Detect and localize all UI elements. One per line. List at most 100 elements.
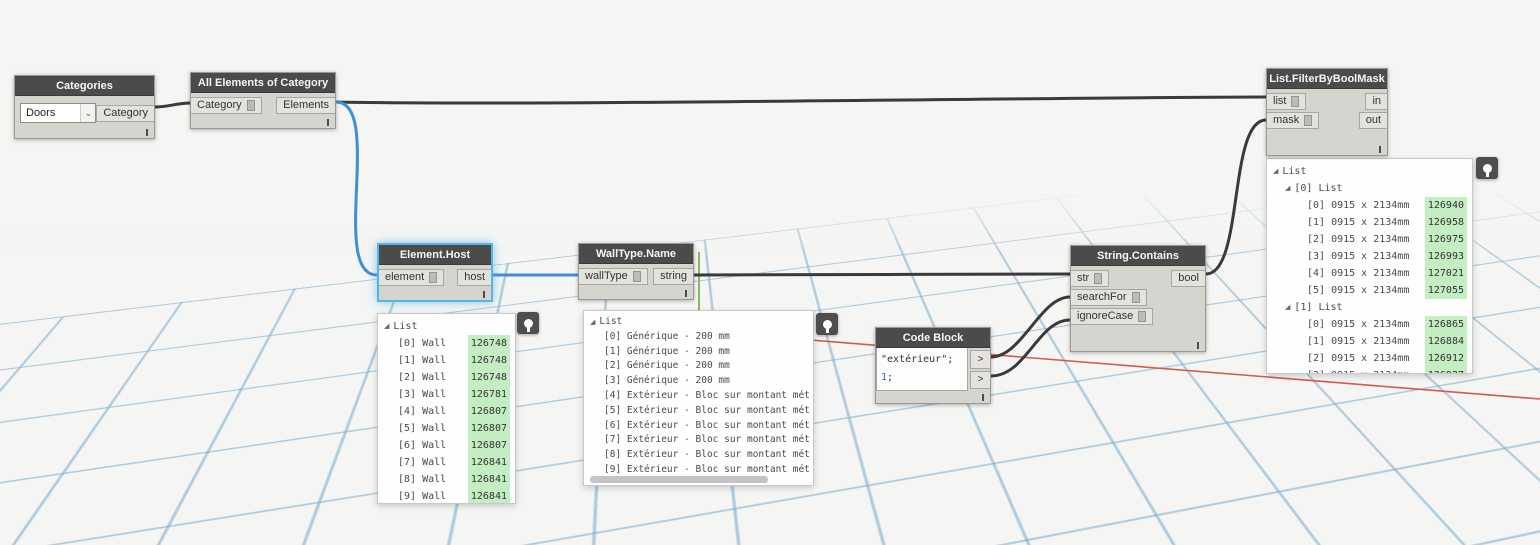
pin-icon (523, 318, 533, 332)
port-input-walltype[interactable]: wallType (579, 268, 648, 285)
item-label: [3] 0915 x 2134mm (1307, 367, 1409, 373)
group-label: [0] List (1294, 183, 1343, 194)
wire-elements-to-elementhost[interactable] (334, 100, 379, 277)
element-id-badge: 126807 (467, 437, 510, 454)
port-input-mask[interactable]: mask (1267, 112, 1320, 129)
port-default-marker (246, 100, 255, 111)
list-item: [7] Extérieur - Bloc sur montant mét (584, 433, 813, 448)
node-string-contains[interactable]: String.Contains str bool searchFor ignor… (1070, 245, 1206, 352)
pin-preview-button[interactable] (816, 313, 838, 335)
code-semicolon: ; (887, 372, 894, 383)
lacing-indicator (1379, 145, 1381, 153)
node-walltype-name[interactable]: WallType.Name wallType string (578, 243, 694, 300)
port-input-searchfor[interactable]: searchFor (1071, 289, 1147, 306)
node-header[interactable]: Code Block (876, 328, 990, 348)
port-default-marker (1291, 96, 1300, 107)
port-label: in (1372, 95, 1381, 108)
node-all-elements-of-category[interactable]: All Elements of Category Category Elemen… (190, 72, 336, 129)
node-categories[interactable]: Categories Doors ⌄ Category (14, 75, 155, 139)
list-item: [1] Générique - 200 mm (584, 345, 813, 360)
pin-preview-button[interactable] (1476, 157, 1498, 179)
port-input-list[interactable]: list (1267, 93, 1307, 110)
list-item: [9] Wall 126841 (378, 488, 515, 503)
preview-bubble-element-host[interactable]: ◢ List [0] Wall 126748 [1] Wall 126748 [2] … (377, 313, 516, 504)
preview-root-row[interactable]: ◢ List (378, 318, 515, 335)
item-label: [5] 0915 x 2134mm (1307, 285, 1410, 296)
expander-icon[interactable]: ◢ (590, 315, 595, 330)
expander-icon[interactable]: ◢ (1273, 163, 1278, 180)
list-item: [7] Wall 126841 (378, 454, 515, 471)
preview-group-row[interactable]: ◢ [0] List (1267, 180, 1472, 197)
port-output-elements[interactable]: Elements (276, 97, 335, 114)
port-input-str[interactable]: str (1071, 270, 1110, 287)
pin-preview-button[interactable] (517, 312, 539, 334)
chevron-down-icon[interactable]: ⌄ (80, 104, 96, 122)
wire-bool-to-mask[interactable] (1204, 118, 1268, 276)
port-output-host[interactable]: host (457, 269, 491, 286)
port-default-marker (429, 272, 438, 283)
node-header[interactable]: Element.Host (379, 245, 491, 265)
horizontal-scrollbar[interactable] (590, 476, 768, 483)
wire-elements-to-list[interactable] (334, 95, 1268, 105)
port-output-string[interactable]: string (653, 268, 693, 285)
port-output-codeblock-1[interactable]: > (970, 350, 990, 369)
code-line-1[interactable]: "extérieur"; (881, 351, 963, 369)
element-id-badge: 126807 (467, 420, 510, 437)
node-header[interactable]: String.Contains (1071, 246, 1205, 266)
expander-icon[interactable]: ◢ (1285, 299, 1290, 316)
port-default-marker (1131, 292, 1140, 303)
element-id-badge: 126841 (467, 454, 510, 471)
category-dropdown[interactable]: Doors ⌄ (20, 103, 97, 123)
item-label: [0] Wall (398, 338, 447, 349)
preview-bubble-filterbyboolmask[interactable]: ◢ List ◢ [0] List [0] 0915 x 2134mm 126940 … (1266, 158, 1473, 374)
port-output-out[interactable]: out (1358, 112, 1387, 129)
list-item: [8] Wall 126841 (378, 471, 515, 488)
port-output-in[interactable]: in (1365, 93, 1387, 110)
list-item: [0] Wall 126748 (378, 335, 515, 352)
wire-string-to-str[interactable] (692, 272, 1072, 277)
preview-root-row[interactable]: ◢ List (1267, 163, 1472, 180)
expander-icon[interactable]: ◢ (384, 318, 389, 335)
wire-categories-to-allelements[interactable] (153, 101, 193, 109)
port-label: list (1273, 95, 1287, 108)
preview-bubble-walltype-name[interactable]: ◢ List [0] Générique - 200 mm [1] Génériq… (583, 310, 814, 486)
list-item: [3] Générique - 200 mm (584, 374, 813, 389)
preview-root-label: List (1282, 166, 1307, 177)
node-header[interactable]: WallType.Name (579, 244, 693, 264)
node-element-host[interactable]: Element.Host element host (377, 243, 493, 302)
node-header[interactable]: Categories (15, 76, 154, 96)
element-id-badge: 127055 (1424, 282, 1467, 299)
item-label: [5] Wall (398, 423, 447, 434)
node-header[interactable]: List.FilterByBoolMask (1267, 69, 1387, 89)
port-default-marker (1138, 311, 1147, 322)
port-output-codeblock-2[interactable]: > (970, 370, 990, 389)
list-item: [4] Wall 126807 (378, 403, 515, 420)
list-item: [3] 0915 x 2134mm 126927 (1267, 367, 1472, 373)
port-label: out (1365, 114, 1381, 127)
list-item: [5] Extérieur - Bloc sur montant mét (584, 404, 813, 419)
list-item: [0] Générique - 200 mm (584, 330, 813, 345)
node-header[interactable]: All Elements of Category (191, 73, 335, 93)
node-code-block[interactable]: Code Block "extérieur"; 1; > > (875, 327, 991, 404)
code-editor[interactable]: "extérieur"; 1; (876, 348, 968, 391)
item-label: [1] 0915 x 2134mm (1307, 336, 1410, 347)
lacing-indicator (327, 118, 329, 126)
port-input-element[interactable]: element (379, 269, 445, 286)
node-list-filterbyboolmask[interactable]: List.FilterByBoolMask list in mask out (1266, 68, 1388, 156)
preview-group-row[interactable]: ◢ [1] List (1267, 299, 1472, 316)
item-label: [2] 0915 x 2134mm (1307, 234, 1410, 245)
code-line-2[interactable]: 1; (881, 369, 963, 387)
preview-root-row[interactable]: ◢ List (584, 315, 813, 330)
list-item: [1] 0915 x 2134mm 126958 (1267, 214, 1472, 231)
port-output-category[interactable]: Category (96, 104, 154, 122)
element-id-badge: 126748 (467, 335, 510, 352)
list-item: [6] Extérieur - Bloc sur montant mét (584, 419, 813, 434)
item-label: [4] 0915 x 2134mm (1307, 268, 1410, 279)
port-input-category[interactable]: Category (191, 97, 262, 114)
list-item: [1] Wall 126748 (378, 352, 515, 369)
port-output-bool[interactable]: bool (1171, 270, 1205, 287)
port-input-ignorecase[interactable]: ignoreCase (1071, 308, 1154, 325)
list-item: [4] Extérieur - Bloc sur montant mét (584, 389, 813, 404)
dynamo-graph-canvas[interactable]: Categories Doors ⌄ Category All Elements… (0, 0, 1540, 545)
expander-icon[interactable]: ◢ (1285, 180, 1290, 197)
